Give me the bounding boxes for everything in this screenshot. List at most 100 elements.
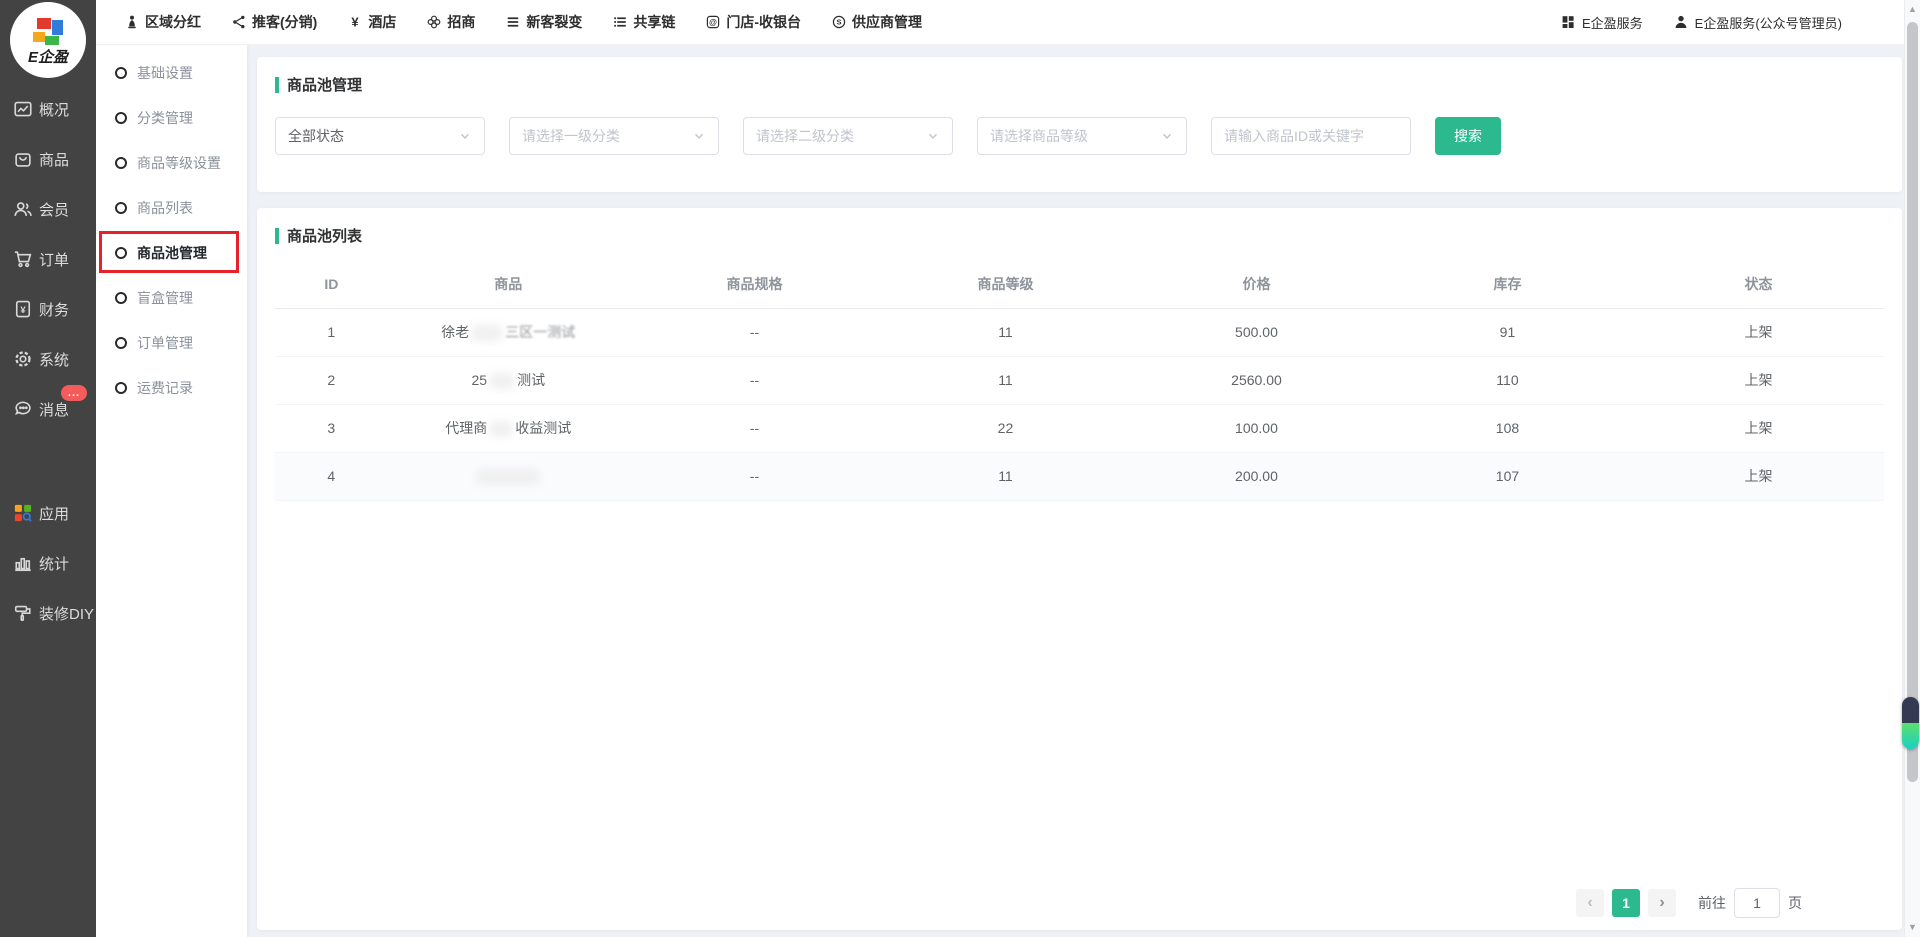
product-name-text: 测试 [517,372,545,388]
submenu-item[interactable]: 商品等级设置 [96,140,247,185]
topnav-item[interactable]: 招商 [426,12,475,32]
sidebar-item-diy[interactable]: 装修DIY [0,588,96,638]
radio-bullet-icon [115,202,127,214]
submenu-item[interactable]: 盲盒管理 [96,275,247,320]
topnav-label: 区域分红 [145,12,201,32]
sidebar-item-label: 商品 [39,149,69,170]
topnav-label: 招商 [447,12,475,32]
order-icon [13,249,33,269]
submenu-item[interactable]: 订单管理 [96,320,247,365]
scroll-down-icon[interactable]: ▼ [1905,923,1920,932]
sidebar-item-apps[interactable]: 应用 [0,488,96,538]
next-page-button[interactable]: › [1648,889,1676,917]
submenu-item[interactable]: 商品池管理 [96,230,247,275]
floating-widget[interactable] [1902,697,1919,749]
topbar-right-item[interactable]: E企盈服务(公众号管理员) [1673,13,1842,32]
cell-status: 上架 [1633,452,1884,500]
search-button[interactable]: 搜索 [1435,117,1501,155]
filter-select[interactable]: 请选择二级分类 [743,117,953,155]
cell-product-name: 徐老三区一测试 [388,308,629,356]
topnav-item[interactable]: 区域分红 [124,12,201,32]
submenu-item[interactable]: 基础设置 [96,50,247,95]
floating-widget-bottom[interactable] [1902,723,1919,749]
sidebar-item-system[interactable]: 系统 [0,334,96,384]
scrollbar-thumb[interactable] [1907,22,1918,782]
keyword-input[interactable] [1211,117,1411,155]
topbar: 区域分红 推客(分销) ¥酒店 招商 新客裂变 共享链 @门店-收银台 S供应商管理 E企盈服… [96,0,1904,45]
submenu-item[interactable]: 分类管理 [96,95,247,140]
topnav-item[interactable]: ¥酒店 [347,12,396,32]
product-name-text: 代理商 [445,420,487,436]
sidebar-item-goods[interactable]: 商品 [0,134,96,184]
table-row[interactable]: 4--11200.00107上架 [275,452,1884,500]
filter-select[interactable]: 请选择商品等级 [977,117,1187,155]
cell-product-name [388,452,629,500]
svg-text:¥: ¥ [20,305,26,315]
cell-spec: -- [629,308,880,356]
prev-page-button[interactable]: ‹ [1576,889,1604,917]
topnav-label: 供应商管理 [852,12,922,32]
primary-sidebar: E企盈 概况商品会员订单 ¥ 财务系统消息... 应用统计装修DIY [0,0,96,937]
radio-bullet-icon [115,112,127,124]
table-row[interactable]: 1徐老三区一测试--11500.0091上架 [275,308,1884,356]
topnav-item[interactable]: S供应商管理 [831,12,922,32]
submenu-item-label: 商品池管理 [137,243,207,263]
notification-badge: ... [61,385,87,401]
table-row[interactable]: 225测试--112560.00110上架 [275,356,1884,404]
cell-spec: -- [629,404,880,452]
cell-price: 200.00 [1131,452,1382,500]
trophy-icon [124,14,140,30]
submenu-list: 基础设置分类管理商品等级设置商品列表商品池管理盲盒管理订单管理运费记录 [96,45,247,410]
member-icon [13,199,33,219]
current-page-button[interactable]: 1 [1612,889,1640,917]
cell-id: 3 [275,404,388,452]
app-logo[interactable]: E企盈 [10,2,86,78]
scrollbar[interactable]: ▲ ▼ [1904,0,1920,937]
topnav-item[interactable]: 共享链 [612,12,675,32]
table-card: 商品池列表 ID商品商品规格商品等级价格库存状态 1徐老三区一测试--11500… [257,208,1902,930]
filter-card-header: 商品池管理 [257,57,1902,95]
goods-icon [13,149,33,169]
scroll-up-icon[interactable]: ▲ [1905,5,1920,14]
table-row[interactable]: 3代理商收益测试--22100.00108上架 [275,404,1884,452]
sidebar-item-label: 系统 [39,349,69,370]
goto-page-group: 前往 页 [1698,888,1802,918]
censored-blur-patch [472,325,502,341]
finance-icon: ¥ [13,299,33,319]
submenu-item[interactable]: 运费记录 [96,365,247,410]
goto-page-input[interactable] [1734,888,1780,918]
storefront-icon: @ [705,14,721,30]
sidebar-item-label: 订单 [39,249,69,270]
submenu-item-label: 订单管理 [137,333,193,353]
cell-spec: -- [629,356,880,404]
sidebar-item-member[interactable]: 会员 [0,184,96,234]
table-column-header: ID [275,260,388,308]
main-content: 商品池管理 全部状态请选择一级分类请选择二级分类请选择商品等级 搜索 商品池列表… [247,45,1904,937]
table-column-header: 价格 [1131,260,1382,308]
chevron-right-icon: › [1659,894,1664,912]
sidebar-menu: 概况商品会员订单 ¥ 财务系统消息... 应用统计装修DIY [0,84,96,638]
filter-select[interactable]: 请选择一级分类 [509,117,719,155]
submenu-item[interactable]: 商品列表 [96,185,247,230]
sidebar-item-label: 财务 [39,299,69,320]
topbar-right-item[interactable]: E企盈服务 [1560,13,1643,32]
sidebar-item-order[interactable]: 订单 [0,234,96,284]
submenu-item-label: 商品列表 [137,198,193,218]
sidebar-item-finance[interactable]: ¥ 财务 [0,284,96,334]
topnav-item[interactable]: 推客(分销) [231,12,317,32]
topnav-item[interactable]: 新客裂变 [505,12,582,32]
sidebar-item-overview[interactable]: 概况 [0,84,96,134]
radio-bullet-icon [115,382,127,394]
sidebar-item-stats[interactable]: 统计 [0,538,96,588]
floating-widget-top[interactable] [1902,697,1919,723]
shutter-icon [426,14,442,30]
table-column-header: 商品规格 [629,260,880,308]
sidebar-item-message[interactable]: 消息... [0,384,96,434]
submenu-item-label: 商品等级设置 [137,153,221,173]
list-icon [612,14,628,30]
filter-select[interactable]: 全部状态 [275,117,485,155]
topnav-label: 新客裂变 [526,12,582,32]
overview-icon [13,99,33,119]
cell-id: 2 [275,356,388,404]
topnav-item[interactable]: @门店-收银台 [705,12,801,32]
